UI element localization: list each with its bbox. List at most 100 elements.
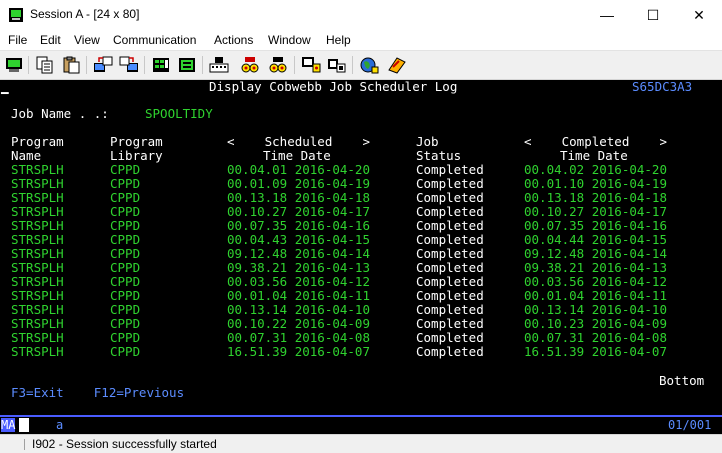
- macro-list-icon: [302, 57, 321, 73]
- terminal-screen[interactable]: ▁ Display Cobwebb Job Scheduler Log S65D…: [0, 80, 722, 415]
- row-job-status: Completed: [416, 190, 484, 205]
- help-button[interactable]: [387, 55, 407, 75]
- row-completed-time-date: 00.04.02 2016-04-20: [524, 162, 667, 177]
- print-screen-icon: [6, 58, 22, 72]
- row-job-status: Completed: [416, 162, 484, 177]
- row-program-name: STRSPLH: [11, 302, 64, 317]
- toolbar-separator: [352, 56, 353, 74]
- keyboard-map-icon: [179, 58, 195, 72]
- row-program-library: CPPD: [110, 190, 141, 205]
- row-program-library: CPPD: [110, 232, 141, 247]
- row-scheduled-time-date: 09.12.48 2016-04-14: [227, 246, 370, 261]
- stop-macro-button[interactable]: [240, 55, 260, 75]
- row-scheduled-time-date: 00.03.56 2016-04-12: [227, 274, 370, 289]
- row-job-status: Completed: [416, 344, 484, 359]
- row-completed-time-date: 00.04.44 2016-04-15: [524, 232, 667, 247]
- status-grip: [4, 439, 25, 450]
- copy-icon: [36, 56, 53, 74]
- row-completed-time-date: 16.51.39 2016-04-07: [524, 344, 667, 359]
- row-program-library: CPPD: [110, 274, 141, 289]
- row-program-library: CPPD: [110, 162, 141, 177]
- row-program-library: CPPD: [110, 330, 141, 345]
- row-scheduled-time-date: 00.13.18 2016-04-18: [227, 190, 370, 205]
- row-scheduled-time-date: 00.10.27 2016-04-17: [227, 204, 370, 219]
- menu-file[interactable]: File: [8, 33, 27, 47]
- row-program-name: STRSPLH: [11, 176, 64, 191]
- row-program-library: CPPD: [110, 246, 141, 261]
- copy-button[interactable]: [35, 55, 55, 75]
- globe-icon: [360, 57, 379, 74]
- help-icon: [388, 57, 406, 74]
- job-name-label: Job Name . .:: [11, 106, 109, 121]
- row-job-status: Completed: [416, 260, 484, 275]
- row-program-name: STRSPLH: [11, 260, 64, 275]
- row-program-name: STRSPLH: [11, 344, 64, 359]
- header-completed: < Completed >: [524, 134, 667, 149]
- row-job-status: Completed: [416, 204, 484, 219]
- connect-button[interactable]: [359, 55, 379, 75]
- toolbar-separator: [294, 56, 295, 74]
- minimize-button[interactable]: —: [584, 0, 630, 30]
- macro-list-button[interactable]: [301, 55, 321, 75]
- status-message: I902 - Session successfully started: [32, 437, 217, 451]
- menu-communication[interactable]: Communication: [113, 33, 196, 47]
- menu-actions[interactable]: Actions: [214, 33, 253, 47]
- display-keypad-button[interactable]: [151, 55, 171, 75]
- row-program-name: STRSPLH: [11, 288, 64, 303]
- operator-info-area: MA a 01/001: [0, 415, 722, 434]
- row-completed-time-date: 00.07.35 2016-04-16: [524, 218, 667, 233]
- menu-view[interactable]: View: [74, 33, 100, 47]
- close-icon: ✕: [693, 6, 705, 23]
- send-file-icon: [94, 56, 113, 72]
- row-scheduled-time-date: 09.38.21 2016-04-13: [227, 260, 370, 275]
- row-program-library: CPPD: [110, 260, 141, 275]
- row-program-name: STRSPLH: [11, 190, 64, 205]
- function-keys[interactable]: F3=Exit F12=Previous: [11, 386, 184, 400]
- row-program-library: CPPD: [110, 316, 141, 331]
- row-job-status: Completed: [416, 330, 484, 345]
- header-scheduled-time-date: Time Date: [263, 148, 331, 163]
- row-job-status: Completed: [416, 274, 484, 289]
- row-job-status: Completed: [416, 302, 484, 317]
- print-screen-button[interactable]: [4, 55, 24, 75]
- send-file-button[interactable]: [93, 55, 113, 75]
- title-bar: Session A - [24 x 80] — ☐ ✕: [0, 0, 722, 30]
- row-completed-time-date: 09.12.48 2016-04-14: [524, 246, 667, 261]
- header-program-name: Program: [11, 134, 64, 149]
- cursor-position: 01/001: [668, 418, 712, 432]
- header-program-name-2: Name: [11, 148, 42, 163]
- menu-edit[interactable]: Edit: [40, 33, 61, 47]
- row-program-library: CPPD: [110, 288, 141, 303]
- record-macro-button[interactable]: [209, 55, 229, 75]
- row-program-name: STRSPLH: [11, 274, 64, 289]
- row-scheduled-time-date: 00.13.14 2016-04-10: [227, 302, 370, 317]
- row-scheduled-time-date: 00.07.31 2016-04-08: [227, 330, 370, 345]
- close-button[interactable]: ✕: [676, 0, 722, 30]
- keyboard-map-button[interactable]: [177, 55, 197, 75]
- menu-window[interactable]: Window: [268, 33, 311, 47]
- row-job-status: Completed: [416, 316, 484, 331]
- header-job-status-2: Status: [416, 148, 462, 163]
- row-scheduled-time-date: 00.04.01 2016-04-20: [227, 162, 370, 177]
- row-completed-time-date: 00.10.23 2016-04-09: [524, 316, 667, 331]
- session-app-icon: [9, 8, 23, 22]
- bottom-indicator: Bottom: [659, 373, 705, 388]
- maximize-button[interactable]: ☐: [630, 0, 676, 30]
- menu-bar: File Edit View Communication Actions Win…: [0, 30, 722, 50]
- row-program-name: STRSPLH: [11, 232, 64, 247]
- row-completed-time-date: 09.38.21 2016-04-13: [524, 260, 667, 275]
- toolbar: [0, 50, 722, 80]
- row-scheduled-time-date: 00.10.22 2016-04-09: [227, 316, 370, 331]
- menu-help[interactable]: Help: [326, 33, 351, 47]
- row-program-library: CPPD: [110, 204, 141, 219]
- receive-file-button[interactable]: [119, 55, 139, 75]
- minimize-icon: —: [600, 7, 614, 23]
- customize-button[interactable]: [327, 55, 347, 75]
- paste-button[interactable]: [61, 55, 81, 75]
- header-job-status: Job: [416, 134, 439, 149]
- play-macro-button[interactable]: [268, 55, 288, 75]
- row-program-name: STRSPLH: [11, 330, 64, 345]
- row-scheduled-time-date: 00.07.35 2016-04-16: [227, 218, 370, 233]
- row-scheduled-time-date: 16.51.39 2016-04-07: [227, 344, 370, 359]
- system-name: S65DC3A3: [632, 79, 693, 94]
